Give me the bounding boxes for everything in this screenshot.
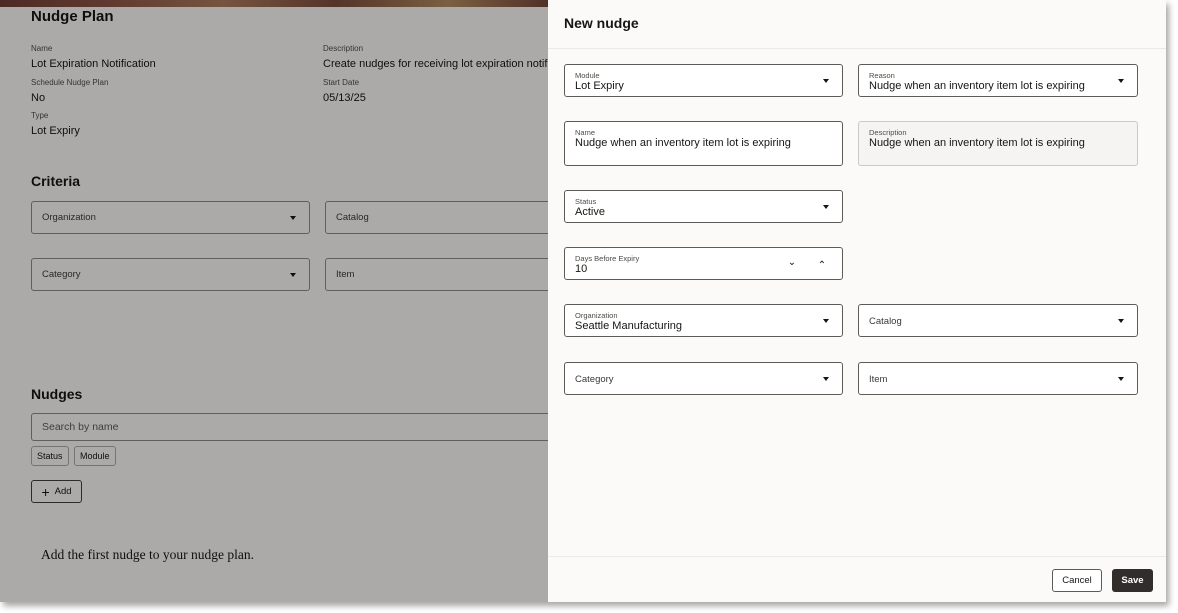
reason-value: Nudge when an inventory item lot is expi… [869, 80, 1085, 92]
caret-down-icon [823, 79, 829, 83]
catalog-placeholder: Catalog [869, 316, 902, 327]
cancel-button[interactable]: Cancel [1052, 569, 1102, 592]
item-select[interactable]: Item [858, 362, 1138, 395]
decrement-chevron-down-icon[interactable]: ⌄ [785, 257, 799, 268]
catalog-select[interactable]: Catalog [858, 304, 1138, 337]
item-placeholder: Item [869, 374, 888, 385]
name-input-value: Nudge when an inventory item lot is expi… [575, 137, 791, 149]
status-value: Active [575, 206, 605, 218]
description-input-value: Nudge when an inventory item lot is expi… [869, 137, 1085, 149]
days-before-expiry-label: Days Before Expiry [575, 254, 640, 263]
category-select[interactable]: Category [564, 362, 843, 395]
caret-down-icon [1118, 319, 1124, 323]
days-before-expiry-value: 10 [575, 263, 588, 275]
status-label: Status [575, 197, 597, 206]
caret-down-icon [1118, 377, 1124, 381]
organization-value: Seattle Manufacturing [575, 320, 683, 332]
save-button[interactable]: Save [1112, 569, 1153, 592]
new-nudge-drawer: New nudge Module Lot Expiry Reason Nudge… [548, 0, 1166, 602]
name-input[interactable]: Name Nudge when an inventory item lot is… [564, 121, 843, 166]
caret-down-icon [823, 377, 829, 381]
organization-select[interactable]: Organization Seattle Manufacturing [564, 304, 843, 337]
module-value: Lot Expiry [575, 80, 624, 92]
reason-label: Reason [869, 71, 895, 80]
caret-down-icon [1118, 79, 1124, 83]
organization-label: Organization [575, 311, 618, 320]
days-before-expiry-stepper[interactable]: Days Before Expiry 10 ⌄ ⌃ [564, 247, 843, 280]
increment-chevron-up-icon[interactable]: ⌃ [815, 260, 829, 271]
modal-scrim[interactable] [0, 0, 548, 602]
description-input-label: Description [869, 128, 907, 137]
description-readonly-field: Description Nudge when an inventory item… [858, 121, 1138, 166]
category-placeholder: Category [575, 374, 614, 385]
caret-down-icon [823, 319, 829, 323]
drawer-title: New nudge [564, 15, 639, 31]
status-select[interactable]: Status Active [564, 190, 843, 223]
app-window: Nudge Plan Name Lot Expiration Notificat… [0, 0, 1166, 602]
name-input-label: Name [575, 128, 596, 137]
drawer-header: New nudge [548, 0, 1166, 49]
caret-down-icon [823, 205, 829, 209]
module-label: Module [575, 71, 600, 80]
reason-select[interactable]: Reason Nudge when an inventory item lot … [858, 64, 1138, 97]
module-select[interactable]: Module Lot Expiry [564, 64, 843, 97]
